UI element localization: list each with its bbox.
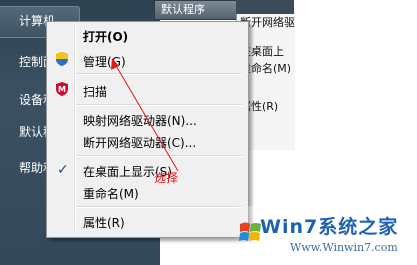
annotation-label: 选择: [154, 171, 179, 185]
watermark-url: Www.Winwin7.com: [290, 241, 398, 254]
watermark-brand: Win7系统之家: [260, 216, 399, 238]
